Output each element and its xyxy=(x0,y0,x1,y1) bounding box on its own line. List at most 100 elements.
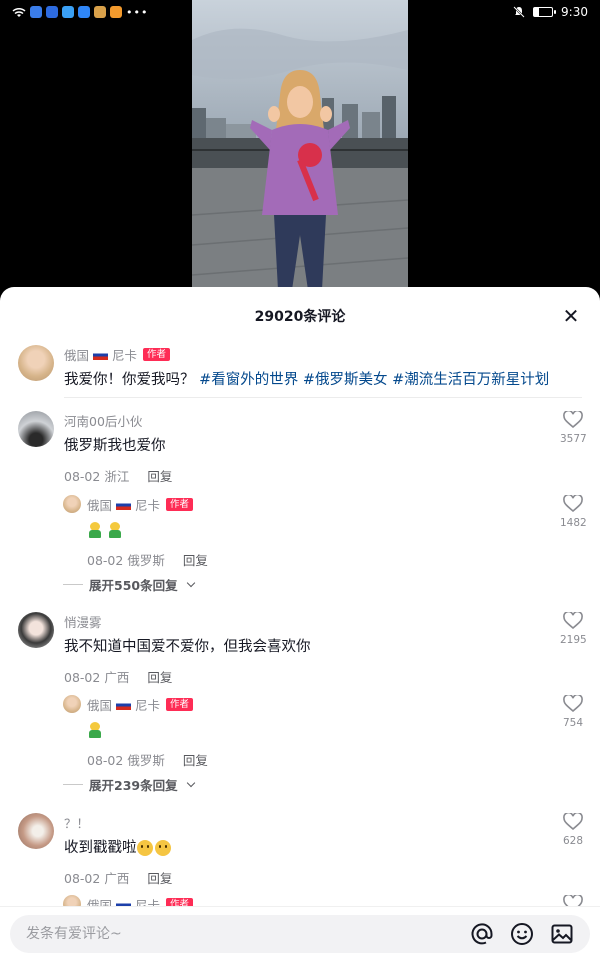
clock: 9:30 xyxy=(561,5,588,19)
like-button[interactable]: 628 xyxy=(560,813,586,847)
author-post-text: 我爱你！你爱我吗？ #看窗外的世界 #俄罗斯美女 #潮流生活百万新星计划 xyxy=(64,372,550,388)
reply-item[interactable]: 俄国 尼卡 作者 08-02 俄罗斯 回复 1482 xyxy=(63,495,600,575)
comment-text: 俄罗斯我也爱你 xyxy=(64,438,166,454)
reply-button[interactable]: 回复 xyxy=(183,750,208,769)
heart-icon xyxy=(563,695,583,713)
app-notification-icon xyxy=(30,6,42,18)
comment-count-title: 29020条评论 xyxy=(254,309,346,325)
avatar[interactable] xyxy=(18,612,54,648)
status-bar: ••• 9:30 xyxy=(0,0,600,24)
reply-text xyxy=(87,720,600,740)
avatar[interactable] xyxy=(63,495,81,513)
divider xyxy=(64,397,582,398)
avatar[interactable] xyxy=(18,345,54,381)
comment-sheet: 29020条评论 ✕ 俄国 尼卡 作者 我爱你！你爱我吗？ #看窗外的世界 #俄罗… xyxy=(0,287,600,960)
author-post: 俄国 尼卡 作者 我爱你！你爱我吗？ #看窗外的世界 #俄罗斯美女 #潮流生活百万… xyxy=(18,345,582,397)
sticker-emoji-icon xyxy=(107,522,123,538)
reply-meta: 08-02 俄罗斯 回复 xyxy=(87,550,600,569)
heart-icon xyxy=(563,411,583,429)
video-player[interactable] xyxy=(192,0,408,300)
more-notifications-icon: ••• xyxy=(126,5,149,19)
avatar[interactable] xyxy=(18,813,54,849)
sheet-header: 29020条评论 ✕ xyxy=(0,287,600,345)
image-icon[interactable] xyxy=(550,922,574,946)
russia-flag-icon xyxy=(116,499,132,510)
mute-bell-icon xyxy=(513,6,525,18)
smiley-icon[interactable] xyxy=(510,922,534,946)
like-button[interactable]: 3577 xyxy=(560,411,587,445)
author-badge: 作者 xyxy=(166,898,194,906)
kiss-emoji-icon xyxy=(154,840,171,856)
reply-author[interactable]: 俄国 尼卡 作者 xyxy=(87,695,600,714)
comment-input[interactable] xyxy=(26,926,446,942)
app-notification-icon xyxy=(110,6,122,18)
reply-author[interactable]: 俄国 尼卡 作者 xyxy=(87,895,600,906)
heart-icon xyxy=(563,612,583,630)
avatar[interactable] xyxy=(63,895,81,906)
like-count: 3577 xyxy=(560,433,587,445)
chevron-down-icon xyxy=(186,778,195,788)
reply-button[interactable]: 回复 xyxy=(183,550,208,569)
comment-input-bar xyxy=(0,906,600,960)
kiss-emoji-icon xyxy=(136,840,153,856)
chevron-down-icon xyxy=(186,578,195,588)
hashtag-link[interactable]: #俄罗斯美女 xyxy=(303,372,388,388)
close-icon[interactable]: ✕ xyxy=(560,305,582,327)
reply-body: 俄国 尼卡 作者 xyxy=(87,895,600,906)
author-badge: 作者 xyxy=(143,348,171,361)
author-name[interactable]: 俄国 尼卡 作者 xyxy=(64,345,549,364)
at-icon[interactable] xyxy=(470,922,494,946)
like-count: 628 xyxy=(562,835,584,847)
comment-input-container[interactable] xyxy=(10,915,590,953)
reply-button[interactable]: 回复 xyxy=(147,868,172,887)
like-button[interactable]: 2195 xyxy=(560,612,587,646)
reply-body: 俄国 尼卡 作者 08-02 俄罗斯 回复 xyxy=(87,695,600,775)
app-notification-icon xyxy=(46,6,58,18)
comment-author[interactable]: ？！ xyxy=(64,813,600,832)
author-post-body: 俄国 尼卡 作者 我爱你！你爱我吗？ #看窗外的世界 #俄罗斯美女 #潮流生活百万… xyxy=(64,345,549,397)
comment-text: 收到戳戳啦 xyxy=(64,838,600,858)
wifi-icon xyxy=(12,7,26,17)
like-count: 1482 xyxy=(560,517,587,529)
comment-list[interactable]: 俄国 尼卡 作者 我爱你！你爱我吗？ #看窗外的世界 #俄罗斯美女 #潮流生活百万… xyxy=(0,345,600,906)
expand-replies-button[interactable]: 展开550条回复 xyxy=(63,575,195,594)
hashtag-link[interactable]: #潮流生活百万新星计划 xyxy=(392,372,549,388)
author-badge: 作者 xyxy=(166,498,194,511)
reply-author[interactable]: 俄国 尼卡 作者 xyxy=(87,495,600,514)
avatar[interactable] xyxy=(63,695,81,713)
reply-button[interactable]: 回复 xyxy=(147,667,172,686)
comment-meta: 08-02 广西 回复 xyxy=(64,868,600,887)
comment-item[interactable]: ？！ 收到戳戳啦 08-02 广西 回复 628 xyxy=(18,813,600,903)
hashtag-link[interactable]: #看窗外的世界 xyxy=(199,372,298,388)
heart-icon xyxy=(563,895,583,906)
like-count: 2195 xyxy=(560,634,587,646)
reply-meta: 08-02 俄罗斯 回复 xyxy=(87,750,600,769)
like-button[interactable] xyxy=(560,895,586,906)
comment-meta: 08-02 广西 回复 xyxy=(64,667,600,686)
comment-body: 河南00后小伙 俄罗斯我也爱你 08-02 浙江 回复 xyxy=(64,411,600,485)
russia-flag-icon xyxy=(93,349,109,360)
video-frame xyxy=(192,0,408,300)
status-icons-left: ••• xyxy=(12,6,148,19)
comment-author[interactable]: 河南00后小伙 xyxy=(64,411,600,430)
sticker-emoji-icon xyxy=(87,522,103,538)
heart-icon xyxy=(563,813,583,831)
like-button[interactable]: 1482 xyxy=(560,495,587,529)
avatar[interactable] xyxy=(18,411,54,447)
comment-author[interactable]: 悄漫雾 xyxy=(64,612,600,631)
comment-meta: 08-02 浙江 回复 xyxy=(64,466,600,485)
expand-replies-button[interactable]: 展开239条回复 xyxy=(63,775,195,794)
reply-item[interactable]: 俄国 尼卡 作者 08-02 俄罗斯 回复 754 xyxy=(63,695,600,775)
comment-body: ？！ 收到戳戳啦 08-02 广西 回复 xyxy=(64,813,600,887)
russia-flag-icon xyxy=(116,699,132,710)
battery-icon xyxy=(533,7,557,17)
reply-button[interactable]: 回复 xyxy=(147,466,172,485)
comment-body: 悄漫雾 我不知道中国爱不爱你，但我会喜欢你 08-02 广西 回复 xyxy=(64,612,600,686)
like-count: 754 xyxy=(562,717,584,729)
like-button[interactable]: 754 xyxy=(560,695,586,729)
comment-text: 我不知道中国爱不爱你，但我会喜欢你 xyxy=(64,639,311,655)
reply-text xyxy=(87,520,600,540)
reply-item[interactable]: 俄国 尼卡 作者 xyxy=(63,895,600,906)
author-badge: 作者 xyxy=(166,698,194,711)
app-notification-icon xyxy=(78,6,90,18)
